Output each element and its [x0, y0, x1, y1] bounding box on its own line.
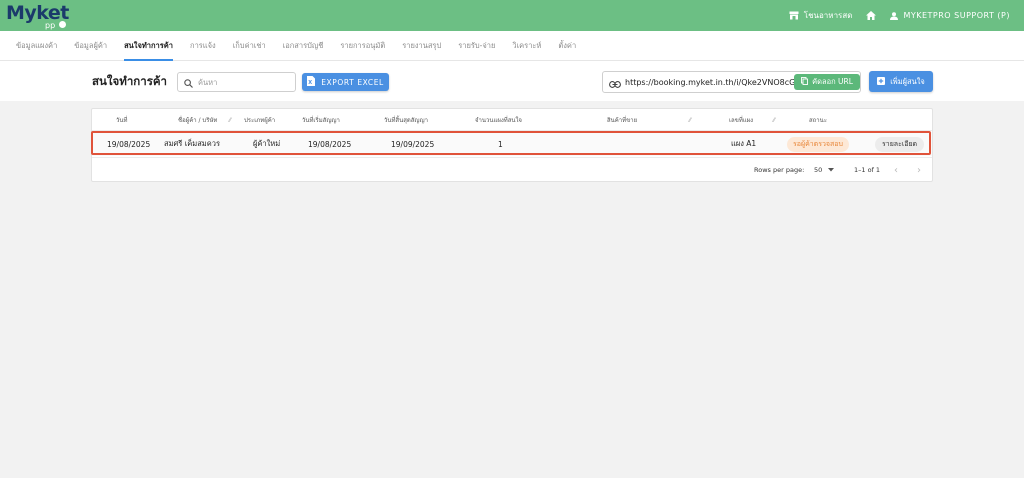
- home-icon: [866, 11, 877, 20]
- table-pagination: Rows per page: 50 1–1 of 1 ‹ ›: [92, 157, 932, 181]
- tab-rent-collection[interactable]: เก็บค่าเช่า: [233, 31, 266, 61]
- svg-text:X: X: [308, 80, 312, 86]
- cell-start: 19/08/2025: [308, 139, 352, 149]
- column-resize-icon[interactable]: ⁄⁄: [689, 117, 691, 124]
- col-header-status[interactable]: สถานะ: [809, 109, 827, 131]
- booking-url-text: https://booking.myket.in.th/i/Qke2VNO8cG…: [625, 77, 800, 87]
- cell-name: สมศรี เค็มสมควร: [164, 139, 220, 148]
- col-header-type[interactable]: ประเภทผู้ค้า: [244, 109, 275, 131]
- tab-interested[interactable]: สนใจทำการค้า: [124, 31, 173, 61]
- tab-reports[interactable]: รายงานสรุป: [402, 31, 441, 61]
- user-label: MYKETPRO SUPPORT (P): [903, 11, 1010, 20]
- cell-type: ผู้ค้าใหม่: [253, 139, 281, 148]
- table-header: วันที่ ชื่อผู้ค้า / บริษัท ⁄⁄ ประเภทผู้ค…: [92, 109, 932, 131]
- rows-per-page-label: Rows per page:: [754, 166, 805, 174]
- col-header-count[interactable]: จำนวนแผงที่สนใจ: [475, 109, 522, 131]
- tab-stalls[interactable]: ข้อมูลแผงค้า: [16, 31, 57, 61]
- export-excel-label: EXPORT EXCEL: [321, 77, 384, 87]
- copy-url-button[interactable]: คัดลอก URL: [794, 74, 860, 90]
- cell-date: 19/08/2025: [107, 139, 151, 149]
- user-menu[interactable]: MYKETPRO SUPPORT (P): [890, 11, 1010, 20]
- top-bar: Myket pp โชนอาหารสด MYKETPRO SUPPORT (P): [0, 0, 1024, 31]
- details-button[interactable]: รายละเอียด: [875, 136, 925, 152]
- rows-per-page-value: 50: [814, 166, 823, 174]
- tab-approvals[interactable]: รายการอนุมัติ: [340, 31, 385, 61]
- search-input[interactable]: [198, 77, 288, 87]
- store-selector[interactable]: โชนอาหารสด: [789, 9, 853, 22]
- tab-notifications[interactable]: การแจ้ง: [190, 31, 216, 61]
- col-header-end[interactable]: วันที่สิ้นสุดสัญญา: [384, 109, 428, 131]
- excel-file-icon: X: [307, 76, 316, 88]
- home-button[interactable]: [866, 11, 877, 20]
- col-header-start[interactable]: วันที่เริ่มสัญญา: [302, 109, 340, 131]
- table-row[interactable]: 19/08/2025 สมศรี เค็มสมควร ผู้ค้าใหม่ 19…: [92, 132, 932, 156]
- top-bar-actions: โชนอาหารสด MYKETPRO SUPPORT (P): [789, 0, 1010, 31]
- copy-url-label: คัดลอก URL: [812, 77, 853, 86]
- export-excel-button[interactable]: X EXPORT EXCEL: [302, 73, 389, 91]
- rows-per-page-select[interactable]: 50: [814, 166, 835, 174]
- col-header-date[interactable]: วันที่: [116, 109, 127, 131]
- copy-icon: [801, 77, 809, 87]
- store-icon: [789, 11, 799, 20]
- tab-vendors[interactable]: ข้อมูลผู้ค้า: [74, 31, 107, 61]
- cell-end: 19/09/2025: [391, 139, 435, 149]
- cell-stall: แผง A1: [731, 139, 757, 148]
- chevron-down-icon: [828, 166, 835, 174]
- prev-page-icon[interactable]: ‹: [894, 165, 898, 176]
- interested-table: วันที่ ชื่อผู้ค้า / บริษัท ⁄⁄ ประเภทผู้ค…: [91, 108, 933, 182]
- page-range-label: 1–1 of 1: [854, 166, 881, 174]
- logo-dot-icon: [59, 21, 66, 28]
- search-box: [177, 72, 296, 92]
- search-icon: [184, 73, 193, 92]
- user-icon: [890, 11, 899, 20]
- col-header-name[interactable]: ชื่อผู้ค้า / บริษัท: [178, 109, 217, 131]
- myket-logo[interactable]: Myket pp: [6, 2, 69, 30]
- tab-analytics[interactable]: วิเคราะห์: [512, 31, 541, 61]
- page-title: สนใจทำการค้า: [92, 74, 168, 88]
- link-icon: [609, 73, 621, 92]
- tab-income-expense[interactable]: รายรับ-จ่าย: [458, 31, 495, 61]
- add-interested-label: เพิ่มผู้สนใจ: [890, 76, 925, 86]
- main-nav: ข้อมูลแผงค้า ข้อมูลผู้ค้า สนใจทำการค้า ก…: [0, 31, 1024, 61]
- col-header-stall[interactable]: เลขที่แผง: [729, 109, 753, 131]
- tab-accounting[interactable]: เอกสารบัญชี: [283, 31, 324, 61]
- booking-url-field[interactable]: https://booking.myket.in.th/i/Qke2VNO8cG…: [602, 71, 861, 93]
- logo-sub: pp: [45, 21, 56, 30]
- column-resize-icon[interactable]: ⁄⁄: [773, 117, 775, 124]
- add-interested-button[interactable]: เพิ่มผู้สนใจ: [869, 71, 933, 92]
- next-page-icon[interactable]: ›: [917, 165, 921, 176]
- tab-settings[interactable]: ตั้งค่า: [558, 31, 576, 61]
- col-header-product[interactable]: สินค้าที่ขาย: [607, 109, 637, 131]
- cell-count: 1: [498, 139, 503, 149]
- column-resize-icon[interactable]: ⁄⁄: [229, 117, 231, 124]
- status-badge: รอผู้ค้าตรวจสอบ: [787, 136, 849, 152]
- store-label: โชนอาหารสด: [803, 11, 853, 20]
- add-icon: [877, 76, 886, 87]
